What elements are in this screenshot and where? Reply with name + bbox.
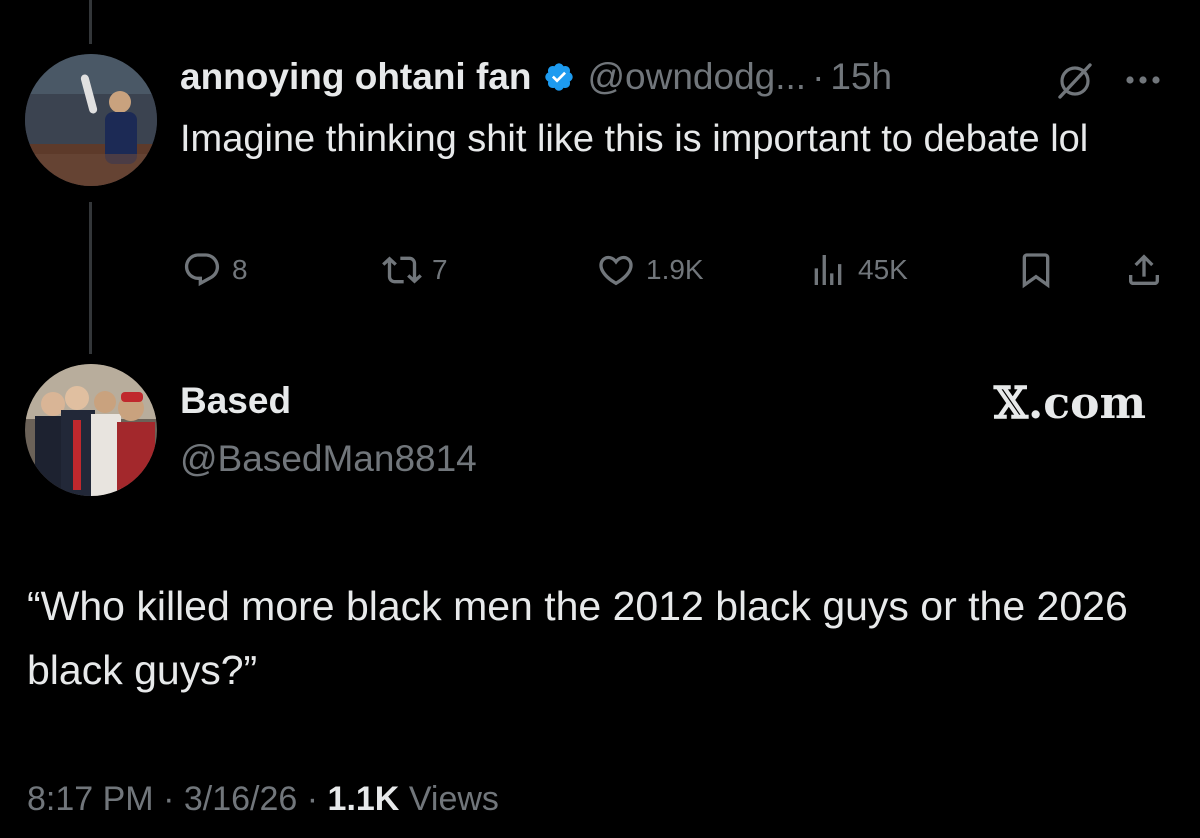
retweet-count: 7 bbox=[432, 254, 448, 285]
x-watermark: 𝕏.com bbox=[993, 378, 1146, 429]
footer-date[interactable]: 3/16/26 bbox=[184, 780, 297, 818]
reply-icon bbox=[182, 250, 222, 290]
footer-separator: · bbox=[163, 780, 175, 818]
bookmark-button[interactable] bbox=[1016, 248, 1056, 292]
quoted-handle[interactable]: @BasedMan8814 bbox=[180, 438, 477, 480]
reply-button[interactable]: 8 bbox=[182, 248, 248, 292]
footer-time[interactable]: 8:17 PM bbox=[27, 780, 154, 818]
share-icon bbox=[1124, 250, 1164, 290]
bookmark-icon bbox=[1016, 250, 1056, 290]
views-button[interactable]: 45K bbox=[808, 248, 908, 292]
footer-views-label: Views bbox=[408, 780, 499, 818]
like-button[interactable]: 1.9K bbox=[596, 248, 704, 292]
retweet-icon bbox=[382, 250, 422, 290]
quoted-display-name[interactable]: Based bbox=[180, 380, 291, 422]
footer-separator: · bbox=[306, 780, 319, 818]
action-bar: 8 7 1.9K 45K bbox=[0, 248, 1200, 292]
separator-dot: · bbox=[812, 56, 825, 97]
verified-badge-icon bbox=[543, 61, 575, 93]
reply-header: annoying ohtani fan @owndodg... · 15h bbox=[180, 52, 892, 102]
handle[interactable]: @owndodg... bbox=[587, 56, 806, 98]
quoted-text: “Who killed more black men the 2012 blac… bbox=[27, 583, 1128, 693]
timestamp[interactable]: 15h bbox=[830, 56, 892, 98]
views-icon bbox=[808, 250, 848, 290]
display-name[interactable]: annoying ohtani fan bbox=[180, 56, 531, 98]
share-button[interactable] bbox=[1124, 248, 1164, 292]
retweet-button[interactable]: 7 bbox=[382, 248, 448, 292]
like-count: 1.9K bbox=[646, 254, 704, 285]
grok-icon[interactable] bbox=[1054, 60, 1096, 102]
quoted-avatar[interactable] bbox=[25, 364, 157, 496]
reply-count: 8 bbox=[232, 254, 248, 285]
views-count: 45K bbox=[858, 254, 908, 285]
more-icon[interactable] bbox=[1120, 62, 1166, 98]
avatar[interactable] bbox=[25, 54, 157, 186]
tweet-footer: 8:17 PM · 3/16/26 · 1.1K Views bbox=[27, 780, 499, 819]
thread-line-top bbox=[89, 0, 92, 44]
like-icon bbox=[596, 250, 636, 290]
footer-views-count: 1.1K bbox=[327, 780, 400, 818]
reply-text: Imagine thinking shit like this is impor… bbox=[180, 118, 1089, 160]
